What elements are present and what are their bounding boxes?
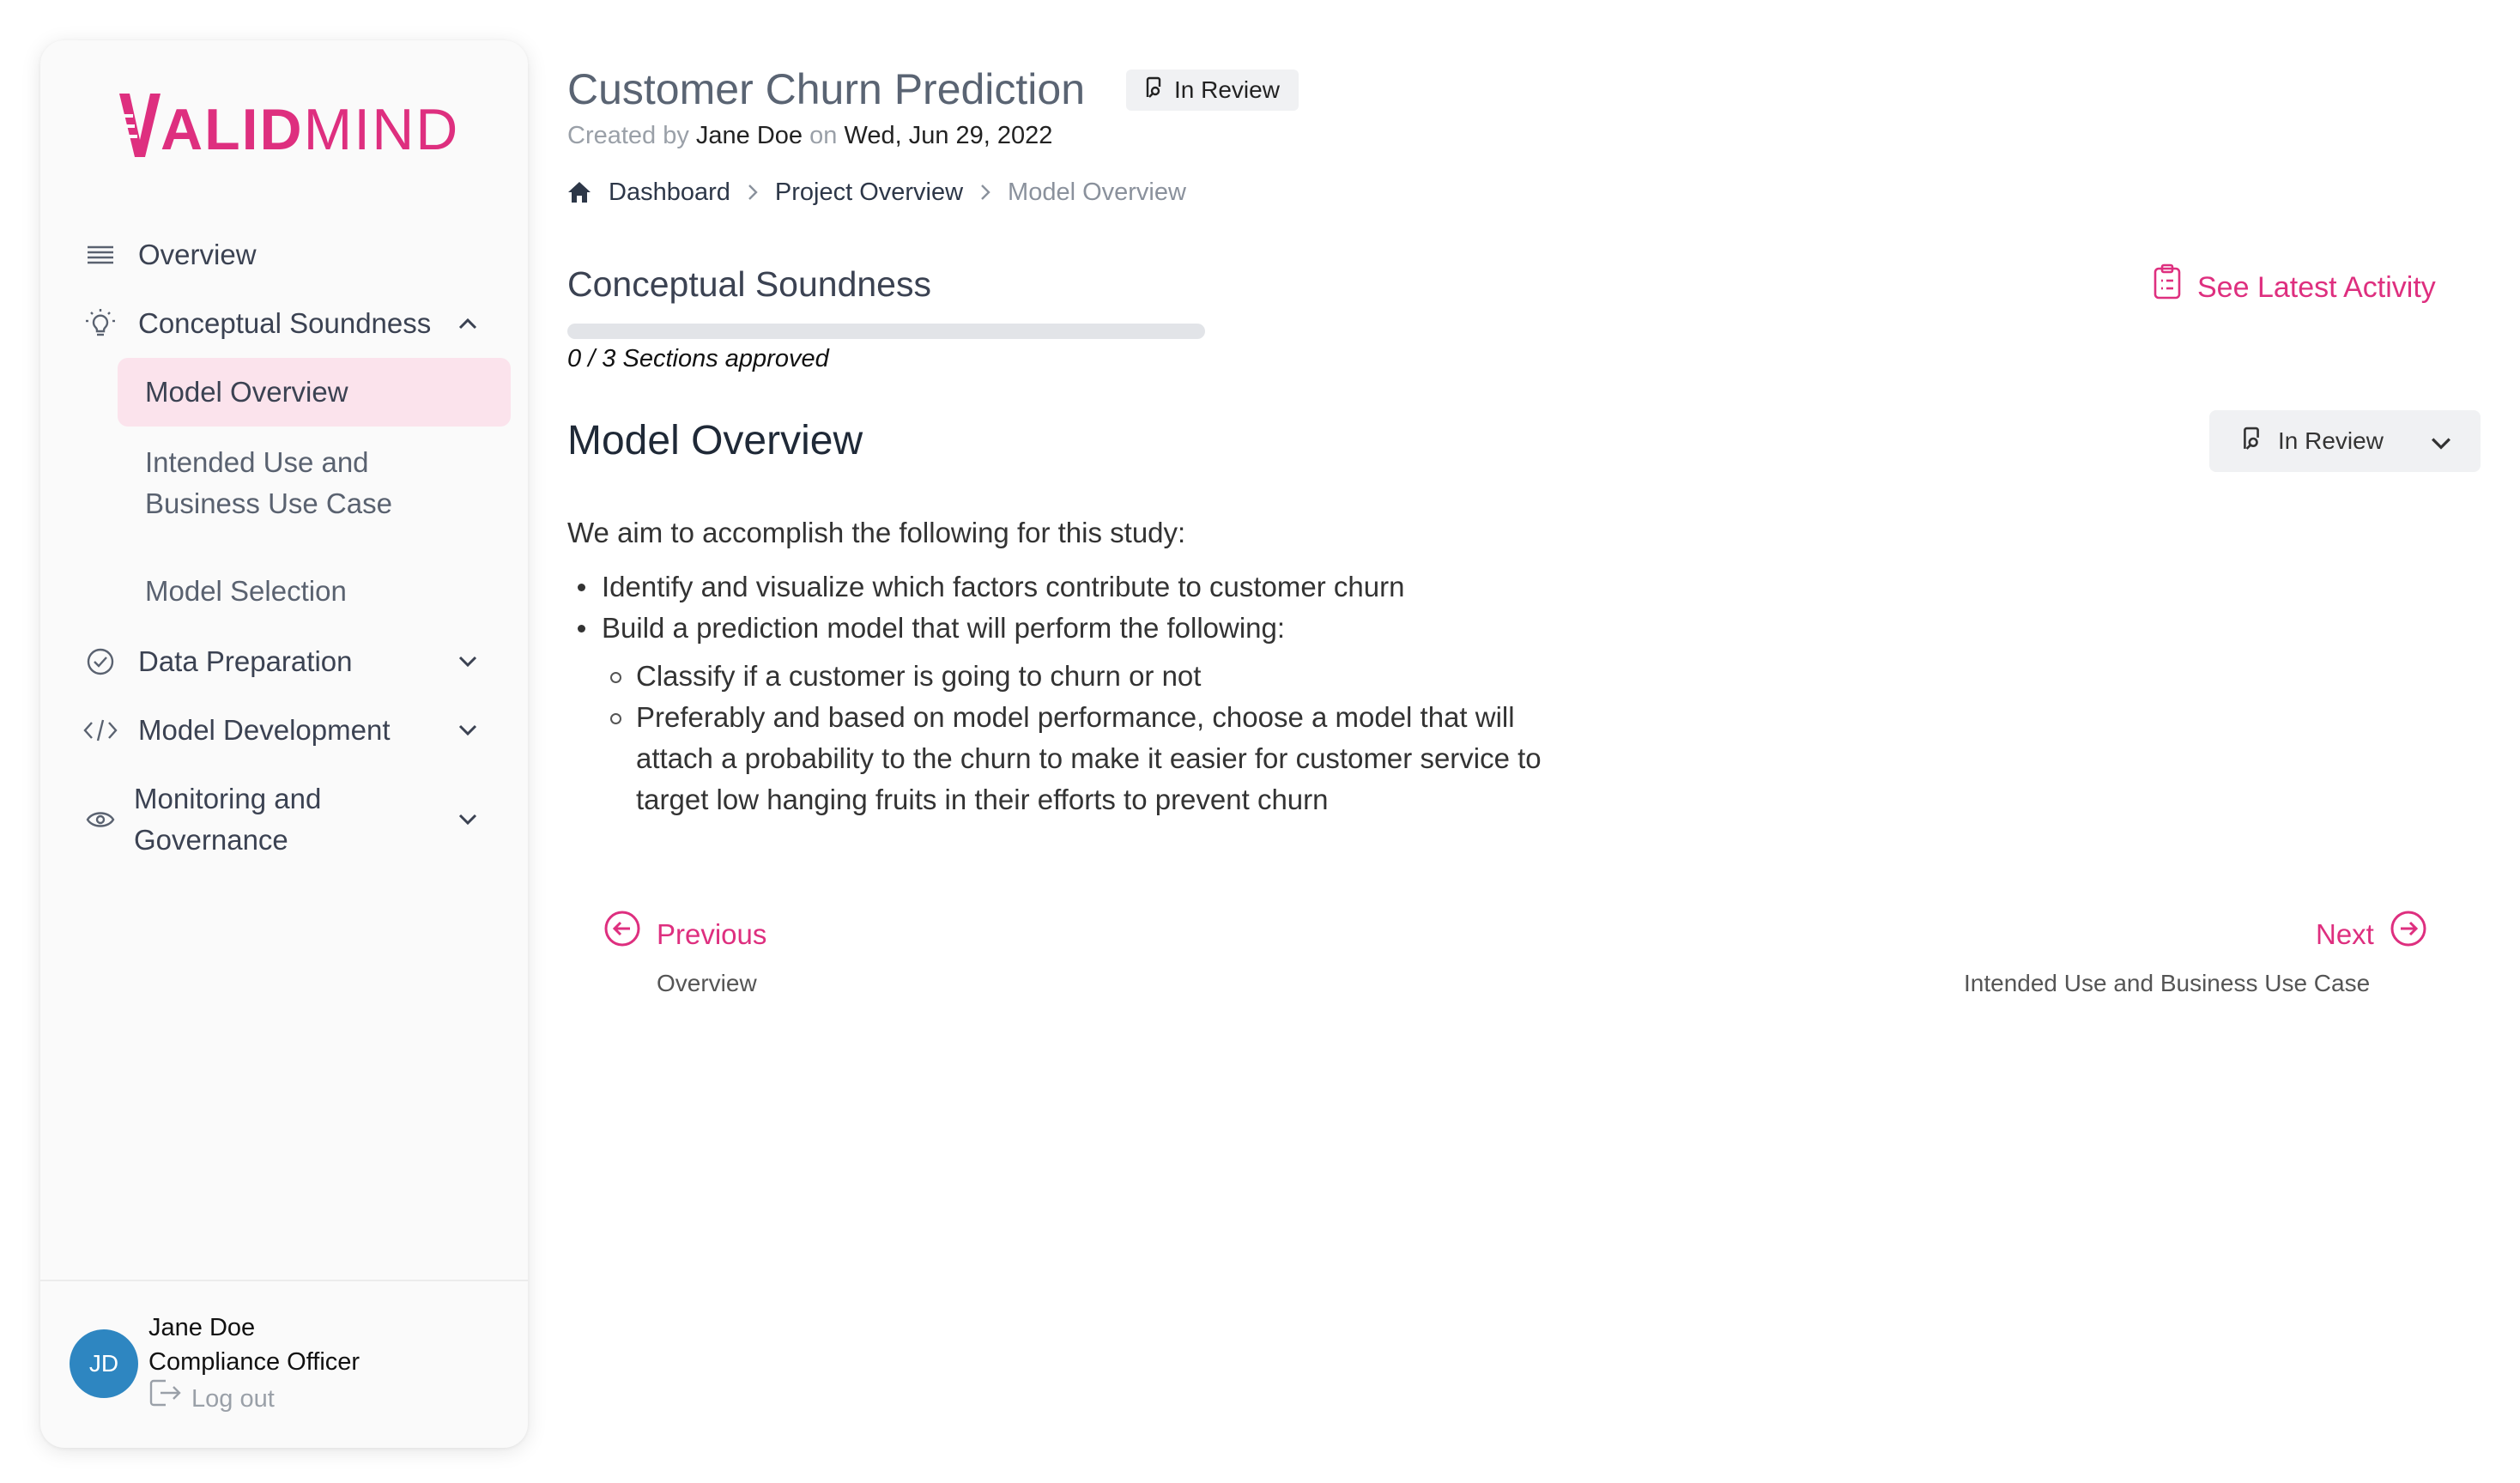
sub-bullet-item: Preferably and based on model performanc… [602,697,1589,820]
sidebar-divider [40,1280,528,1281]
approval-progress-bar [567,324,1205,339]
sidebar-item-conceptual-soundness[interactable]: Conceptual Soundness [40,303,528,344]
created-on-word: on [809,122,838,149]
status-dropdown[interactable]: In Review [2209,410,2481,472]
arrow-left-circle-icon [603,910,641,959]
subitem-line-2: Business Use Case [145,487,392,519]
sidebar-subitem-model-overview[interactable]: Model Overview [118,358,511,427]
created-date: Wed, Jun 29, 2022 [844,122,1053,149]
see-latest-activity-button[interactable]: See Latest Activity [2153,263,2436,312]
sidebar-subitem-intended-use[interactable]: Intended Use and Business Use Case [118,442,511,524]
sidebar-subitem-model-selection[interactable]: Model Selection [118,571,511,612]
sidebar-item-label: Overview [138,239,257,270]
avatar[interactable]: JD [70,1329,138,1398]
sidebar-item-model-development[interactable]: Model Development [40,710,528,751]
sidebar-item-label: Data Preparation [138,645,353,677]
chevron-up-icon[interactable] [451,306,485,341]
logout-label: Log out [191,1384,275,1413]
logo-wordmark: ALIDMIND [161,100,459,159]
breadcrumb-project-overview[interactable]: Project Overview [775,175,963,209]
status-badge: In Review [1126,70,1299,111]
intro-text: We aim to accomplish the following for t… [567,517,1186,548]
chevron-right-icon [748,184,758,201]
user-role: Compliance Officer [148,1348,360,1376]
sidebar-item-label: Monitoring and Governance [134,778,321,861]
user-name: Jane Doe [148,1314,256,1341]
content-title: Model Overview [567,418,863,463]
next-label: Next [2316,917,2374,950]
list-icon [83,238,118,272]
sidebar-item-monitoring-governance[interactable]: Monitoring and Governance [40,778,528,861]
created-prefix: Created by [567,122,689,149]
status-badge-label: In Review [1174,76,1280,103]
sidebar-item-label: Model Development [138,714,391,746]
eye-icon [83,802,118,837]
breadcrumb-model-overview: Model Overview [1008,179,1186,206]
approval-progress-text: 0 / 3 Sections approved [567,345,829,372]
logo-light: MIND [303,97,460,162]
arrow-right-circle-icon [2390,910,2427,959]
validmind-logo[interactable]: ALIDMIND [119,82,459,159]
chevron-down-icon[interactable] [451,713,485,748]
next-target[interactable]: Intended Use and Business Use Case [1964,966,2370,1001]
clipboard-icon [2153,263,2182,312]
label-line-2: Governance [134,824,288,856]
lightbulb-icon [83,306,118,341]
sidebar-item-overview[interactable]: Overview [40,234,528,275]
review-icon [2240,426,2263,457]
bullet-item: Build a prediction model that will perfo… [567,608,1404,649]
code-icon [83,713,118,748]
review-icon [1143,76,1164,105]
chevron-down-icon [2431,429,2451,457]
next-button[interactable]: Next [2316,910,2427,959]
bullet-list: Identify and visualize which factors con… [567,566,1404,649]
chevron-down-icon[interactable] [451,645,485,679]
logout-button[interactable]: Log out [148,1377,275,1419]
logo-v-mark [119,94,161,157]
label-line-1: Monitoring and [134,783,322,814]
chevron-down-icon[interactable] [451,802,485,837]
previous-label: Previous [657,917,767,950]
previous-button[interactable]: Previous [603,910,766,959]
sidebar-item-data-preparation[interactable]: Data Preparation [40,641,528,682]
created-by: Jane Doe [695,122,803,149]
sidebar: ALIDMIND Overview Conceptual Soundness M… [40,40,528,1448]
page-title: Customer Churn Prediction [567,65,1086,113]
breadcrumb: Dashboard Project Overview Model Overvie… [567,175,1186,209]
status-dropdown-label: In Review [2278,427,2384,454]
home-icon[interactable] [567,181,591,203]
check-circle-icon [83,645,118,679]
breadcrumb-dashboard[interactable]: Dashboard [609,175,730,209]
bullet-item: Identify and visualize which factors con… [567,566,1404,608]
sub-bullet-line: attach a probability to the churn to mak… [636,742,1542,774]
created-info: Created by Jane Doe on Wed, Jun 29, 2022 [567,118,1052,153]
section-title: Conceptual Soundness [567,264,931,304]
logout-icon [148,1377,183,1419]
sub-bullet-line: Preferably and based on model performanc… [636,701,1515,733]
subitem-line-1: Intended Use and [145,446,369,478]
sub-bullet-list: Classify if a customer is going to churn… [602,656,1589,820]
chevron-right-icon [980,184,990,201]
see-latest-activity-label: See Latest Activity [2197,271,2436,304]
previous-target[interactable]: Overview [657,966,757,1001]
logo-bold: ALID [161,97,304,162]
sub-bullet-item: Classify if a customer is going to churn… [602,656,1589,697]
sidebar-item-label: Conceptual Soundness [138,307,432,339]
sub-bullet-line: target low hanging fruits in their effor… [636,784,1329,815]
